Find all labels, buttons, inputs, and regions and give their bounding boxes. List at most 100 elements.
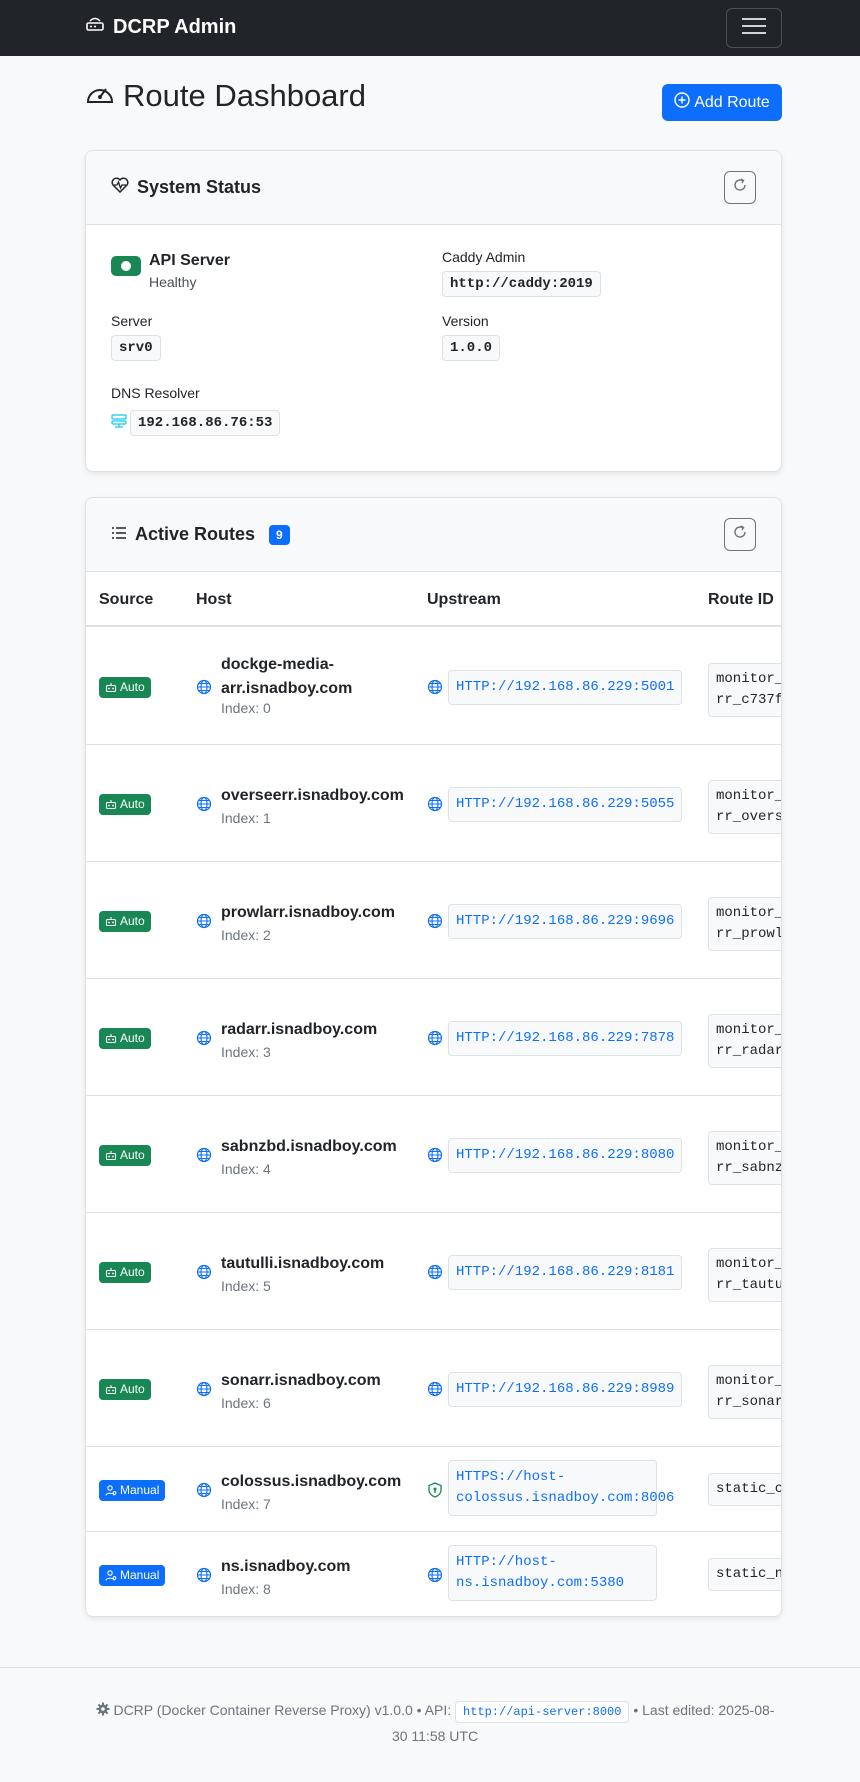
dns-resolver-label: DNS Resolver [111, 385, 200, 401]
upstream-link[interactable]: HTTP://192.168.86.229:5055 [448, 786, 683, 822]
host-name[interactable]: colossus.isnadboy.com [221, 1470, 421, 1494]
footer-api-link[interactable]: http://api-server:8000 [455, 1701, 630, 1723]
host-name[interactable]: sabnzbd.isnadboy.com [221, 1135, 421, 1159]
host-name[interactable]: dockge-media-arr.isnadboy.com [221, 653, 421, 701]
source-badge: Manual [99, 1479, 166, 1501]
upstream-link[interactable]: HTTP://192.168.86.229:7878 [448, 1020, 683, 1056]
upstream-link[interactable]: HTTP://192.168.86.229:8080 [448, 1137, 683, 1173]
globe-icon [427, 1264, 443, 1285]
column-header-upstream[interactable]: Upstream [427, 591, 501, 609]
globe-icon [427, 1030, 443, 1051]
source-label: Auto [120, 797, 145, 811]
host-index: Index: 5 [221, 1277, 271, 1294]
source-badge: Auto [99, 910, 151, 932]
host-index: Index: 0 [221, 699, 271, 716]
source-badge: Auto [99, 1027, 151, 1049]
globe-icon [427, 913, 443, 934]
route-count-badge: 9 [269, 524, 290, 545]
table-row[interactable]: Auto sabnzbd.isnadboy.com Index: 4 HTTP://1… [86, 1096, 781, 1213]
system-status-title-text: System Status [137, 177, 262, 197]
source-label: Manual [120, 1483, 160, 1497]
host-name[interactable]: prowlarr.isnadboy.com [221, 901, 421, 925]
table-row[interactable]: Auto overseerr.isnadboy.com Index: 1 HTTP:/… [86, 745, 781, 862]
upstream-link[interactable]: HTTP://192.168.86.229:8181 [448, 1254, 683, 1290]
upstream-link[interactable]: HTTPS://host-colossus.isnadboy.com:8006 [448, 1459, 674, 1516]
host-index: Index: 8 [221, 1580, 271, 1597]
server-label: Server [111, 313, 153, 329]
version-value: 1.0.0 [442, 335, 501, 361]
host-name[interactable]: overseerr.isnadboy.com [221, 784, 421, 808]
route-id: monitor_ arr_radar [708, 1013, 781, 1068]
routes-table-header: Source Host Upstream Route ID [86, 572, 781, 627]
host-name[interactable]: ns.isnadboy.com [221, 1555, 421, 1579]
version-field: Version 1.0.0 [442, 313, 501, 361]
robot-icon [105, 916, 117, 927]
source-badge: Manual [99, 1564, 166, 1586]
upstream-link[interactable]: HTTP://192.168.86.229:8989 [448, 1371, 683, 1407]
route-id: monitor_ arr_tautu [708, 1247, 781, 1302]
table-row[interactable]: Auto dockge-media-arr.isnadboy.com Index: … [86, 628, 781, 745]
server-value: srv0 [111, 335, 161, 361]
column-header-source[interactable]: Source [99, 591, 153, 609]
source-badge: Auto [99, 676, 151, 698]
api-server-state: Healthy [149, 274, 197, 290]
globe-icon [196, 1147, 212, 1168]
active-routes-title-text: Active Routes [135, 524, 256, 544]
route-id: static_n [708, 1557, 781, 1591]
caddy-admin-value: http://caddy:2019 [442, 271, 601, 297]
version-label: Version [442, 313, 489, 329]
route-id: monitor_ arr_prowl [708, 896, 781, 951]
globe-icon [196, 1567, 212, 1588]
host-index: Index: 6 [221, 1394, 271, 1411]
globe-icon [427, 1567, 443, 1588]
source-label: Auto [120, 1148, 145, 1162]
robot-icon [105, 799, 117, 810]
upstream-link[interactable]: HTTP://192.168.86.229:9696 [448, 903, 683, 939]
globe-icon [427, 1147, 443, 1168]
globe-icon [427, 679, 443, 700]
dns-resolver-field: DNS Resolver 192.168.86.76:53 [111, 385, 281, 436]
refresh-routes-button[interactable] [724, 518, 756, 551]
column-header-host[interactable]: Host [196, 591, 232, 609]
table-row[interactable]: Auto tautulli.isnadboy.com Index: 5 HTTP://… [86, 1213, 781, 1330]
table-row[interactable]: Manual colossus.isnadboy.com Index: 7 HTTPS… [86, 1447, 781, 1532]
menu-icon [741, 16, 767, 41]
route-id: monitor_ arr_c737f [708, 662, 781, 717]
shield-lock-icon [427, 1481, 443, 1503]
refresh-status-button[interactable] [724, 171, 756, 204]
footer-prefix: DCRP (Docker Container Reverse Proxy) v1… [113, 1702, 452, 1718]
source-badge: Auto [99, 793, 151, 815]
system-status-header: System Status [86, 151, 781, 225]
source-label: Auto [120, 1382, 145, 1396]
active-routes-card: Active Routes 9 Source Host Upstream Rou… [85, 497, 782, 1617]
active-routes-header: Active Routes 9 [86, 498, 781, 572]
host-index: Index: 3 [221, 1043, 271, 1060]
gear-icon [96, 1699, 110, 1724]
system-status-title: System Status [111, 177, 261, 198]
page-title-text: Route Dashboard [123, 78, 366, 113]
host-index: Index: 7 [221, 1495, 271, 1512]
navbar-brand[interactable]: DCRP Admin [85, 15, 236, 39]
source-badge: Auto [99, 1144, 151, 1166]
footer-text: DCRP (Docker Container Reverse Proxy) v1… [90, 1698, 780, 1749]
heart-pulse-icon [111, 177, 129, 198]
menu-toggle-button[interactable] [726, 8, 782, 48]
host-index: Index: 4 [221, 1160, 271, 1177]
add-route-button[interactable]: Add Route [662, 84, 782, 121]
source-badge: Auto [99, 1378, 151, 1400]
upstream-link[interactable]: HTTP://192.168.86.229:5001 [448, 669, 683, 705]
host-name[interactable]: tautulli.isnadboy.com [221, 1252, 421, 1276]
table-row[interactable]: Auto prowlarr.isnadboy.com Index: 2 HTTP://… [86, 862, 781, 979]
globe-icon [196, 1482, 212, 1503]
table-row[interactable]: Manual ns.isnadboy.com Index: 8 HTTP://host… [86, 1532, 781, 1616]
api-server-status: API Server Healthy [111, 252, 230, 290]
host-name[interactable]: radarr.isnadboy.com [221, 1018, 421, 1042]
column-header-route-id[interactable]: Route ID [708, 591, 774, 609]
table-row[interactable]: Auto sonarr.isnadboy.com Index: 6 HTTP://19… [86, 1330, 781, 1447]
host-name[interactable]: sonarr.isnadboy.com [221, 1369, 421, 1393]
robot-icon [105, 1267, 117, 1278]
upstream-link[interactable]: HTTP://host-ns.isnadboy.com:5380 [448, 1544, 657, 1601]
table-row[interactable]: Auto radarr.isnadboy.com Index: 3 HTTP://19… [86, 979, 781, 1096]
robot-icon [105, 1150, 117, 1161]
footer: DCRP (Docker Container Reverse Proxy) v1… [0, 1667, 860, 1782]
